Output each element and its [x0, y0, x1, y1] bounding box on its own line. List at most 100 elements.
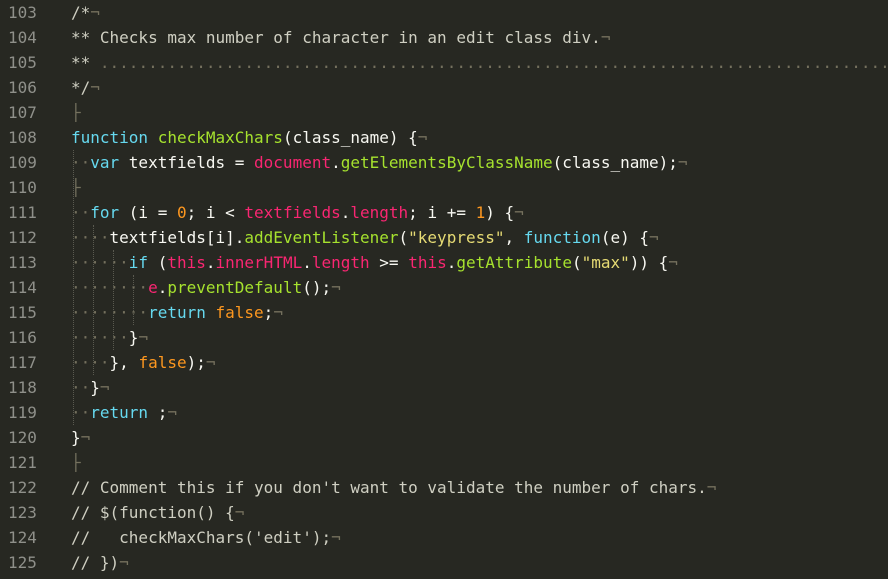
line-code[interactable]: ····textfields[i].addEventListener("keyp… [71, 225, 659, 250]
code-line[interactable]: 112 ····textfields[i].addEventListener("k… [0, 225, 888, 250]
code-token: ( [571, 253, 582, 272]
line-code[interactable]: // checkMaxChars('edit');¬ [71, 525, 341, 550]
code-token: checkMaxChars [157, 128, 283, 147]
code-token: ¬ [80, 428, 91, 447]
code-token: , [504, 228, 524, 247]
code-line[interactable]: 114 ········e.preventDefault();¬ [0, 275, 888, 300]
code-token: ( [157, 253, 168, 272]
line-number: 103 [8, 3, 37, 22]
code-token: textfields [244, 203, 341, 222]
line-code[interactable]: ├ [71, 100, 81, 125]
code-line[interactable]: 121 ├ [0, 450, 888, 475]
code-token: ** Checks max number of character in an … [71, 28, 601, 47]
code-token: this [408, 253, 447, 272]
line-code[interactable]: ├ [71, 450, 81, 475]
code-editor[interactable]: 103 /*¬ 104 ** Checks max number of charact… [0, 0, 888, 579]
code-token: false [138, 353, 187, 372]
code-token: ** [71, 53, 100, 72]
code-token: false [215, 303, 264, 322]
code-token: (class_name) { [282, 128, 418, 147]
code-token: ¬ [331, 528, 341, 547]
code-token: ¬ [514, 203, 524, 222]
line-code[interactable]: ····}, false);¬ [71, 350, 216, 375]
line-code[interactable]: // Comment this if you don't want to val… [71, 475, 716, 500]
code-token: . [446, 253, 457, 272]
code-token: . [331, 153, 341, 172]
code-line[interactable]: 108 function checkMaxChars(class_name) {¬ [0, 125, 888, 150]
code-line[interactable]: 122 // Comment this if you don't want to … [0, 475, 888, 500]
line-code[interactable]: ··return ;¬ [71, 400, 177, 425]
code-line[interactable]: 106 */¬ [0, 75, 888, 100]
code-token: ¬ [668, 253, 678, 272]
line-number: 120 [8, 428, 37, 447]
code-token: ·· [71, 203, 91, 222]
line-code[interactable]: ** Checks max number of character in an … [71, 25, 610, 50]
line-code[interactable]: ** .....................................… [71, 50, 888, 75]
code-line[interactable]: 125 // })¬ [0, 550, 888, 575]
code-token: return [90, 403, 158, 422]
code-token: ( [398, 228, 409, 247]
line-code[interactable]: /*¬ [71, 0, 100, 25]
line-code[interactable]: */¬ [71, 75, 100, 100]
code-token: ¬ [167, 403, 177, 422]
code-token: length [350, 203, 409, 222]
line-number: 118 [8, 378, 37, 397]
code-token: ; i += [408, 203, 476, 222]
code-line[interactable]: 109 ··var textfields = document.getElemen… [0, 150, 888, 175]
code-token: ¬ [234, 503, 245, 522]
line-code[interactable]: // $(function() {¬ [71, 500, 244, 525]
code-line[interactable]: 105 ** ..................................… [0, 50, 888, 75]
code-token: ···· [71, 228, 110, 247]
line-code[interactable]: ├ [71, 175, 81, 200]
code-token: ) { [485, 203, 515, 222]
line-number: 116 [8, 328, 37, 347]
code-lines[interactable]: 103 /*¬ 104 ** Checks max number of charact… [0, 0, 888, 575]
code-token: ¬ [417, 128, 428, 147]
line-code[interactable]: ··var textfields = document.getElementsB… [71, 150, 688, 175]
line-code[interactable]: function checkMaxChars(class_name) {¬ [71, 125, 427, 150]
code-token: for [90, 203, 129, 222]
line-code[interactable]: ······}¬ [71, 325, 148, 350]
code-token: ¬ [600, 28, 611, 47]
code-token: ···· [71, 353, 110, 372]
code-line[interactable]: 123 // $(function() {¬ [0, 500, 888, 525]
code-token: . [205, 253, 216, 272]
line-code[interactable]: }¬ [71, 425, 90, 450]
line-number: 115 [8, 303, 37, 322]
code-line[interactable]: 103 /*¬ [0, 0, 888, 25]
code-token: ······ [71, 328, 129, 347]
code-line[interactable]: 110 ├ [0, 175, 888, 200]
code-token: // }) [71, 553, 120, 572]
line-number: 124 [8, 528, 37, 547]
code-token: >= [369, 253, 409, 272]
line-code[interactable]: // })¬ [71, 550, 129, 575]
line-code[interactable]: ········e.preventDefault();¬ [71, 275, 341, 300]
code-token: return [148, 303, 216, 322]
code-line[interactable]: 111 ··for (i = 0; i < textfields.length; … [0, 200, 888, 225]
code-line[interactable]: 120 }¬ [0, 425, 888, 450]
line-code[interactable]: ········return false;¬ [71, 300, 283, 325]
code-token: ¬ [331, 278, 341, 297]
code-token: ·· [71, 403, 91, 422]
line-number: 119 [8, 403, 37, 422]
code-line[interactable]: 115 ········return false;¬ [0, 300, 888, 325]
code-line[interactable]: 116 ······}¬ [0, 325, 888, 350]
line-code[interactable]: ··for (i = 0; i < textfields.length; i +… [71, 200, 524, 225]
code-token: } [128, 328, 139, 347]
code-line[interactable]: 113 ······if (this.innerHTML.length >= th… [0, 250, 888, 275]
code-token: 1 [475, 203, 486, 222]
line-number: 112 [8, 228, 37, 247]
code-line[interactable]: 124 // checkMaxChars('edit');¬ [0, 525, 888, 550]
code-token: textfields = [128, 153, 255, 172]
code-token: ·· [71, 378, 91, 397]
line-code[interactable]: ··}¬ [71, 375, 110, 400]
code-line[interactable]: 118 ··}¬ [0, 375, 888, 400]
code-line[interactable]: 104 ** Checks max number of character in … [0, 25, 888, 50]
code-token: (i = [128, 203, 177, 222]
code-line[interactable]: 107 ├ [0, 100, 888, 125]
code-line[interactable]: 117 ····}, false);¬ [0, 350, 888, 375]
code-token: "max" [581, 253, 630, 272]
line-code[interactable]: ······if (this.innerHTML.length >= this.… [71, 250, 678, 275]
code-token: ; [157, 403, 168, 422]
code-line[interactable]: 119 ··return ;¬ [0, 400, 888, 425]
